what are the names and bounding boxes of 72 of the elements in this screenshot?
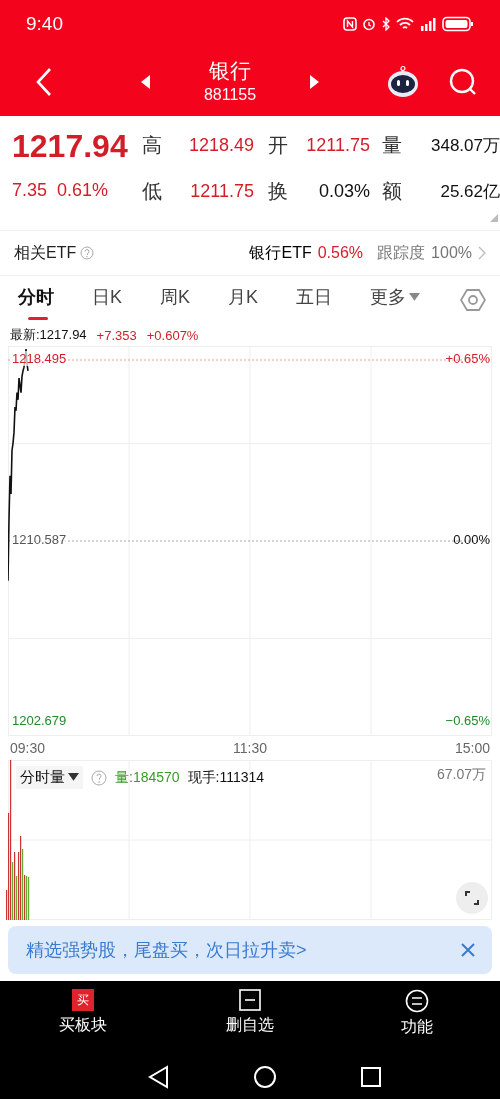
field-value: 348.07万 [430, 134, 500, 157]
indicator-dropdown[interactable]: 分时量 [16, 766, 83, 789]
axis-label: −0.65% [445, 713, 490, 728]
dropdown-icon [68, 773, 79, 782]
next-icon[interactable] [310, 74, 321, 90]
menu-icon [404, 989, 429, 1013]
signal-icon [419, 17, 437, 31]
field-value: 1218.49 [187, 134, 255, 156]
status-time: 9:40 [26, 13, 63, 35]
bluetooth-icon [381, 17, 391, 31]
axis-label: 1210.587 [12, 532, 67, 547]
etf-name: 银行ETF [249, 242, 312, 263]
axis-label: +0.65% [445, 351, 490, 366]
time-label: 11:30 [233, 740, 267, 756]
fullscreen-icon[interactable] [456, 882, 488, 914]
latest-change: +7.353 [96, 327, 137, 343]
chart-tab[interactable]: 更多 [370, 280, 421, 320]
robot-icon[interactable] [386, 65, 420, 99]
stock-code: 881155 [203, 85, 257, 105]
price-change: 7.35 [12, 179, 48, 202]
tracking-label: 跟踪度 [377, 242, 426, 263]
field-value: 25.62亿 [439, 180, 500, 203]
field-label: 量 [382, 132, 403, 158]
field-label: 额 [382, 178, 403, 204]
close-icon[interactable] [460, 942, 476, 958]
home-icon[interactable] [253, 1065, 277, 1089]
alarm-icon [362, 17, 376, 31]
field-label: 低 [142, 178, 163, 204]
field-value: 0.03% [317, 180, 371, 202]
search-icon[interactable] [448, 67, 478, 97]
buy-icon: 买 [72, 989, 95, 1011]
latest-price: 最新:1217.94 [10, 326, 87, 344]
wifi-icon [396, 17, 414, 31]
chart-tab[interactable]: 分时 [18, 280, 54, 320]
settings-icon[interactable] [460, 287, 486, 313]
field-value: 1211.75 [305, 134, 371, 156]
field-label: 换 [268, 178, 289, 204]
resize-corner-icon [490, 214, 498, 222]
current-hand: 现手:111314 [187, 768, 265, 787]
etf-change: 0.56% [317, 244, 364, 262]
field-label: 高 [142, 132, 163, 158]
tracking-value: 100% [431, 244, 472, 262]
change-percent: 0.61% [57, 179, 109, 202]
battery-icon [442, 16, 474, 32]
volume-value: 量:184570 [115, 768, 180, 787]
minus-square-icon [239, 989, 261, 1011]
action-button[interactable]: 删自选 [190, 989, 310, 1053]
axis-label: 1218.495 [12, 351, 67, 366]
chart-tab[interactable]: 月K [228, 280, 259, 320]
field-value: 1211.75 [189, 180, 255, 202]
axis-label: 1202.679 [12, 713, 67, 728]
axis-label: 0.00% [453, 532, 490, 547]
action-button[interactable]: 功能 [356, 989, 477, 1053]
field-label: 开 [268, 132, 289, 158]
page-title: 银行 [209, 58, 251, 84]
etf-label: 相关ETF [14, 242, 77, 263]
chart-tab[interactable]: 日K [92, 280, 122, 320]
time-label: 15:00 [454, 740, 490, 756]
action-button[interactable]: 买 买板块 [23, 989, 144, 1053]
chart-tab[interactable]: 周K [160, 280, 191, 320]
previous-icon[interactable] [139, 74, 150, 90]
recent-apps-icon[interactable] [359, 1065, 383, 1089]
current-price: 1217.94 [12, 127, 128, 166]
time-label: 09:30 [10, 740, 46, 756]
dropdown-icon [409, 292, 421, 302]
promo-banner[interactable]: 精选强势股，尾盘买，次日拉升卖> [8, 926, 492, 974]
selected-underline [28, 317, 48, 320]
latest-percent: +0.607% [146, 327, 199, 343]
back-icon[interactable] [147, 1065, 171, 1089]
chart-tab[interactable]: 五日 [296, 280, 333, 320]
nfc-icon [343, 17, 357, 31]
volume-max: 67.07万 [436, 766, 486, 784]
